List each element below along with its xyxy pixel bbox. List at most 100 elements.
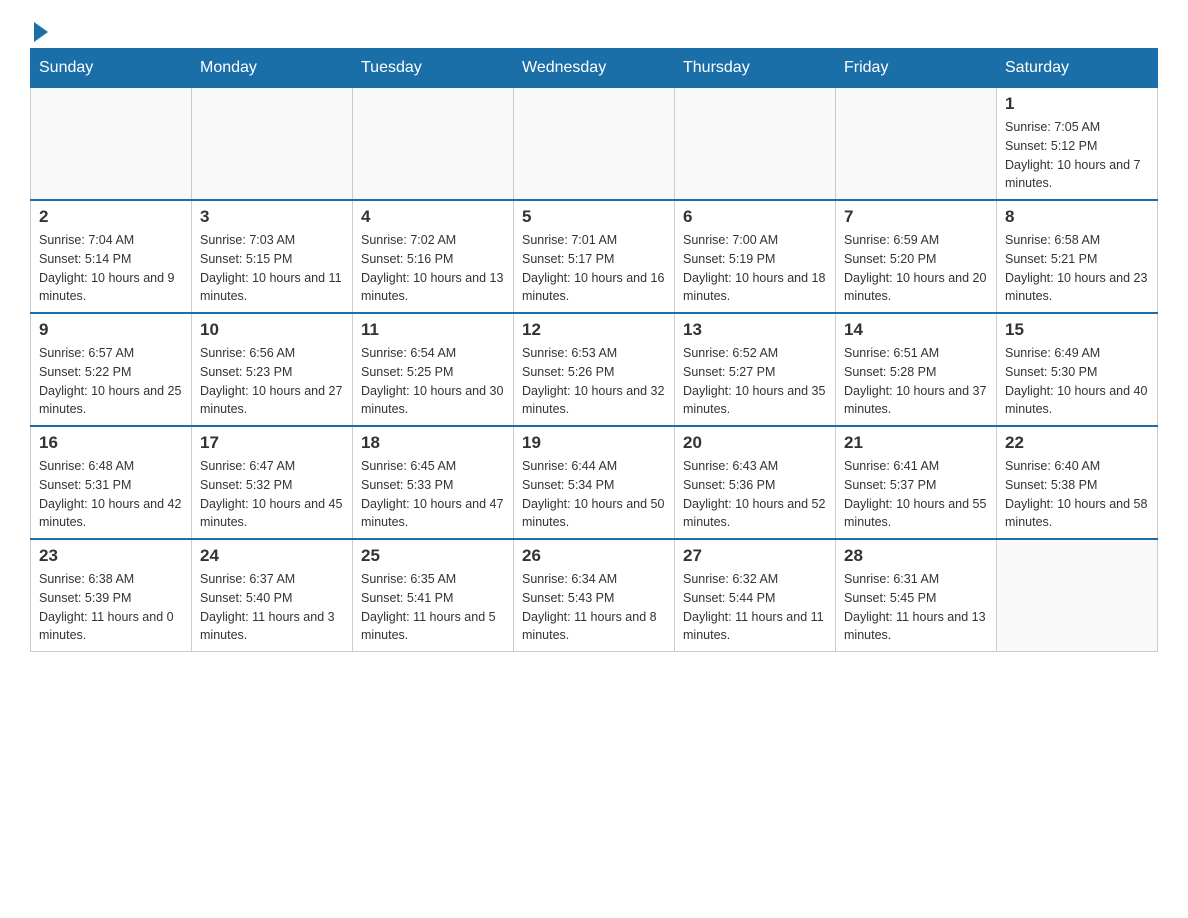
day-number: 10: [200, 320, 344, 340]
day-info: Sunrise: 6:37 AMSunset: 5:40 PMDaylight:…: [200, 570, 344, 645]
day-number: 26: [522, 546, 666, 566]
calendar-cell: 13 Sunrise: 6:52 AMSunset: 5:27 PMDayligh…: [675, 313, 836, 426]
calendar-cell: 15 Sunrise: 6:49 AMSunset: 5:30 PMDayligh…: [997, 313, 1158, 426]
day-header-wednesday: Wednesday: [514, 49, 675, 88]
calendar-cell: 8 Sunrise: 6:58 AMSunset: 5:21 PMDaylight…: [997, 200, 1158, 313]
calendar-week-row: 9 Sunrise: 6:57 AMSunset: 5:22 PMDaylight…: [31, 313, 1158, 426]
day-number: 11: [361, 320, 505, 340]
day-number: 15: [1005, 320, 1149, 340]
day-info: Sunrise: 6:52 AMSunset: 5:27 PMDaylight:…: [683, 344, 827, 419]
calendar-cell: 2Sunrise: 7:04 AMSunset: 5:14 PMDaylight…: [31, 200, 192, 313]
calendar-cell: 14 Sunrise: 6:51 AMSunset: 5:28 PMDayligh…: [836, 313, 997, 426]
day-number: 4: [361, 207, 505, 227]
day-info: Sunrise: 7:04 AMSunset: 5:14 PMDaylight:…: [39, 231, 183, 306]
day-header-thursday: Thursday: [675, 49, 836, 88]
day-info: Sunrise: 7:05 AMSunset: 5:12 PMDaylight:…: [1005, 118, 1149, 193]
calendar-cell: [675, 88, 836, 201]
calendar-cell: 25 Sunrise: 6:35 AMSunset: 5:41 PMDayligh…: [353, 539, 514, 652]
calendar-cell: 7 Sunrise: 6:59 AMSunset: 5:20 PMDaylight…: [836, 200, 997, 313]
day-info: Sunrise: 6:35 AMSunset: 5:41 PMDaylight:…: [361, 570, 505, 645]
day-info: Sunrise: 6:58 AMSunset: 5:21 PMDaylight:…: [1005, 231, 1149, 306]
day-info: Sunrise: 6:45 AMSunset: 5:33 PMDaylight:…: [361, 457, 505, 532]
calendar-cell: [31, 88, 192, 201]
calendar-cell: 26 Sunrise: 6:34 AMSunset: 5:43 PMDayligh…: [514, 539, 675, 652]
day-info: Sunrise: 6:48 AMSunset: 5:31 PMDaylight:…: [39, 457, 183, 532]
calendar-header-row: SundayMondayTuesdayWednesdayThursdayFrid…: [31, 49, 1158, 88]
day-info: Sunrise: 6:51 AMSunset: 5:28 PMDaylight:…: [844, 344, 988, 419]
day-number: 12: [522, 320, 666, 340]
calendar-cell: 11 Sunrise: 6:54 AMSunset: 5:25 PMDayligh…: [353, 313, 514, 426]
day-info: Sunrise: 6:53 AMSunset: 5:26 PMDaylight:…: [522, 344, 666, 419]
day-number: 1: [1005, 94, 1149, 114]
logo: [30, 20, 48, 38]
day-info: Sunrise: 6:43 AMSunset: 5:36 PMDaylight:…: [683, 457, 827, 532]
day-number: 24: [200, 546, 344, 566]
calendar-cell: 28 Sunrise: 6:31 AMSunset: 5:45 PMDayligh…: [836, 539, 997, 652]
calendar-cell: 10 Sunrise: 6:56 AMSunset: 5:23 PMDayligh…: [192, 313, 353, 426]
day-number: 7: [844, 207, 988, 227]
calendar-cell: 22 Sunrise: 6:40 AMSunset: 5:38 PMDayligh…: [997, 426, 1158, 539]
day-info: Sunrise: 6:32 AMSunset: 5:44 PMDaylight:…: [683, 570, 827, 645]
day-info: Sunrise: 6:38 AMSunset: 5:39 PMDaylight:…: [39, 570, 183, 645]
day-info: Sunrise: 6:49 AMSunset: 5:30 PMDaylight:…: [1005, 344, 1149, 419]
calendar-week-row: 23 Sunrise: 6:38 AMSunset: 5:39 PMDayligh…: [31, 539, 1158, 652]
day-info: Sunrise: 6:34 AMSunset: 5:43 PMDaylight:…: [522, 570, 666, 645]
day-header-sunday: Sunday: [31, 49, 192, 88]
calendar-week-row: 2Sunrise: 7:04 AMSunset: 5:14 PMDaylight…: [31, 200, 1158, 313]
day-number: 25: [361, 546, 505, 566]
calendar-cell: 27 Sunrise: 6:32 AMSunset: 5:44 PMDayligh…: [675, 539, 836, 652]
day-number: 21: [844, 433, 988, 453]
calendar-cell: 24 Sunrise: 6:37 AMSunset: 5:40 PMDayligh…: [192, 539, 353, 652]
day-info: Sunrise: 6:31 AMSunset: 5:45 PMDaylight:…: [844, 570, 988, 645]
calendar-cell: 19Sunrise: 6:44 AMSunset: 5:34 PMDayligh…: [514, 426, 675, 539]
day-number: 20: [683, 433, 827, 453]
day-number: 14: [844, 320, 988, 340]
day-info: Sunrise: 6:59 AMSunset: 5:20 PMDaylight:…: [844, 231, 988, 306]
day-info: Sunrise: 6:47 AMSunset: 5:32 PMDaylight:…: [200, 457, 344, 532]
day-number: 5: [522, 207, 666, 227]
day-number: 27: [683, 546, 827, 566]
calendar-cell: [192, 88, 353, 201]
calendar-cell: [836, 88, 997, 201]
calendar-cell: 12 Sunrise: 6:53 AMSunset: 5:26 PMDayligh…: [514, 313, 675, 426]
calendar-cell: 17 Sunrise: 6:47 AMSunset: 5:32 PMDayligh…: [192, 426, 353, 539]
day-info: Sunrise: 6:57 AMSunset: 5:22 PMDaylight:…: [39, 344, 183, 419]
day-info: Sunrise: 6:40 AMSunset: 5:38 PMDaylight:…: [1005, 457, 1149, 532]
day-number: 6: [683, 207, 827, 227]
day-number: 9: [39, 320, 183, 340]
day-number: 22: [1005, 433, 1149, 453]
day-info: Sunrise: 7:00 AMSunset: 5:19 PMDaylight:…: [683, 231, 827, 306]
day-number: 23: [39, 546, 183, 566]
day-info: Sunrise: 7:01 AMSunset: 5:17 PMDaylight:…: [522, 231, 666, 306]
day-info: Sunrise: 6:41 AMSunset: 5:37 PMDaylight:…: [844, 457, 988, 532]
day-info: Sunrise: 7:03 AMSunset: 5:15 PMDaylight:…: [200, 231, 344, 306]
calendar-cell: 9 Sunrise: 6:57 AMSunset: 5:22 PMDaylight…: [31, 313, 192, 426]
day-info: Sunrise: 7:02 AMSunset: 5:16 PMDaylight:…: [361, 231, 505, 306]
calendar-cell: 5 Sunrise: 7:01 AMSunset: 5:17 PMDaylight…: [514, 200, 675, 313]
logo-arrow-icon: [34, 22, 48, 42]
day-info: Sunrise: 6:56 AMSunset: 5:23 PMDaylight:…: [200, 344, 344, 419]
calendar-week-row: 16Sunrise: 6:48 AMSunset: 5:31 PMDayligh…: [31, 426, 1158, 539]
calendar-cell: 4 Sunrise: 7:02 AMSunset: 5:16 PMDaylight…: [353, 200, 514, 313]
calendar-week-row: 1 Sunrise: 7:05 AMSunset: 5:12 PMDaylight…: [31, 88, 1158, 201]
calendar-cell: 6 Sunrise: 7:00 AMSunset: 5:19 PMDaylight…: [675, 200, 836, 313]
calendar-cell: [353, 88, 514, 201]
day-number: 17: [200, 433, 344, 453]
day-header-saturday: Saturday: [997, 49, 1158, 88]
day-number: 18: [361, 433, 505, 453]
day-number: 13: [683, 320, 827, 340]
day-header-monday: Monday: [192, 49, 353, 88]
calendar-cell: [514, 88, 675, 201]
day-number: 8: [1005, 207, 1149, 227]
day-number: 3: [200, 207, 344, 227]
calendar-cell: 18 Sunrise: 6:45 AMSunset: 5:33 PMDayligh…: [353, 426, 514, 539]
calendar-cell: 16Sunrise: 6:48 AMSunset: 5:31 PMDayligh…: [31, 426, 192, 539]
day-header-friday: Friday: [836, 49, 997, 88]
calendar-cell: 20 Sunrise: 6:43 AMSunset: 5:36 PMDayligh…: [675, 426, 836, 539]
day-header-tuesday: Tuesday: [353, 49, 514, 88]
calendar-cell: 1 Sunrise: 7:05 AMSunset: 5:12 PMDaylight…: [997, 88, 1158, 201]
day-info: Sunrise: 6:54 AMSunset: 5:25 PMDaylight:…: [361, 344, 505, 419]
calendar-cell: 23 Sunrise: 6:38 AMSunset: 5:39 PMDayligh…: [31, 539, 192, 652]
day-info: Sunrise: 6:44 AMSunset: 5:34 PMDaylight:…: [522, 457, 666, 532]
day-number: 28: [844, 546, 988, 566]
